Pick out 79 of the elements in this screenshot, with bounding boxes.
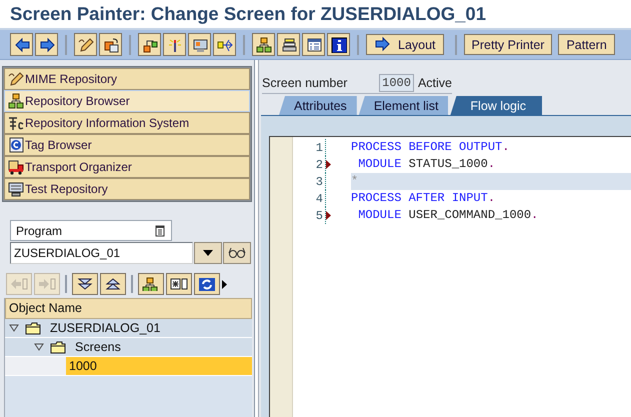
navigation-item[interactable]: Tag Browser [4,134,250,156]
line-number: 4 [314,192,323,206]
list-view-icon [306,36,322,52]
filter-button[interactable] [166,273,192,295]
navigation-item[interactable]: Repository Information System [4,112,250,134]
code-line: PROCESS BEFORE OUTPUT. [351,139,510,156]
asterisk-list-icon [170,277,188,291]
pencil-icon [8,71,24,87]
toolbar-button[interactable]: Pattern [558,34,615,55]
field-label: Screen number [262,76,348,90]
monitor-icon [8,181,24,197]
arrow-right-icon [38,36,54,52]
arrow-right-icon [374,36,392,54]
column-header: Object Name [5,298,252,319]
navigation-item[interactable]: MIME Repository [4,68,250,90]
wand-icon [166,36,182,52]
folder-icon [50,340,66,354]
line-number: 1 [314,140,323,154]
back-button[interactable] [10,33,33,56]
navigation-item[interactable]: Transport Organizer [4,156,250,178]
screen-icon [192,36,208,52]
tab[interactable]: Element list [358,96,448,115]
object-name-field[interactable]: ZUSERDIALOG_01 [10,242,193,264]
display-button[interactable] [223,242,251,264]
folder-icon [25,322,41,334]
edit-button[interactable] [74,33,97,56]
window-title: Screen Painter: Change Screen for ZUSERDIALOG_01 [10,3,486,25]
expand-button[interactable] [72,273,98,295]
check-button[interactable] [163,33,186,56]
object-type-dropdown[interactable]: Program [10,220,172,241]
truck-icon [8,159,24,175]
windows-icon [102,36,118,52]
hierarchy-button[interactable] [252,33,275,56]
collapse-button[interactable] [100,273,126,295]
navigation-item[interactable]: Repository Browser [4,90,250,112]
list-icon [155,224,165,236]
hierarchy-icon [142,277,160,291]
toolbar-button[interactable]: Layout [366,34,444,55]
navigation-item[interactable]: Test Repository [4,178,250,200]
scroll-right-icon [222,280,227,288]
tab[interactable]: Attributes [279,96,357,115]
refresh-button[interactable] [194,273,220,295]
objects-button[interactable] [138,33,161,56]
tab[interactable]: Flow logic [450,96,542,115]
caret-icon [202,249,214,257]
stacked-layers-icon [280,36,296,52]
tag-icon [8,137,24,153]
dropdown-button[interactable] [194,242,222,264]
line-number: 5 [314,208,323,222]
chevron-down-icon [76,277,94,291]
pencil-icon [78,36,94,52]
line-number: 2 [314,158,323,172]
info-icon [330,36,346,52]
hierarchy-icon [8,93,24,109]
forward-button[interactable] [35,33,58,56]
toolbar-button[interactable]: Pretty Printer [464,34,552,55]
arrow-left-icon [10,277,28,291]
screen-number-field: 1000 [379,74,414,92]
arrow-right-icon [38,277,56,291]
code-line: MODULE STATUS_1000. [357,156,496,173]
refresh-icon [198,277,216,291]
where-used-button[interactable] [213,33,236,56]
screen-button[interactable] [188,33,211,56]
line-number: 3 [314,174,323,188]
arrow-left-icon [14,36,30,52]
hierarchy-button[interactable] [138,273,164,295]
tree-item[interactable]: 1000 [66,357,252,375]
hierarchy-icon [256,36,272,52]
code-line: PROCESS AFTER INPUT. [351,190,496,207]
tools-icon [8,115,24,131]
info-button[interactable] [327,33,350,56]
display-list-button[interactable] [302,33,325,56]
code-line: MODULE USER_COMMAND_1000. [357,207,540,224]
chevron-up-icon [104,277,122,291]
switch-button[interactable] [99,33,122,56]
glasses-icon [228,247,246,259]
stack-button[interactable] [277,33,300,56]
code-editor[interactable]: 1 PROCESS BEFORE OUTPUT. 2 MODULE STATUS_1000. 3 * 4 PROCESS AFTER INPUT. 5 MODULE USER_COMMAND_1000. [269,136,631,417]
status-text: Active [418,76,452,90]
